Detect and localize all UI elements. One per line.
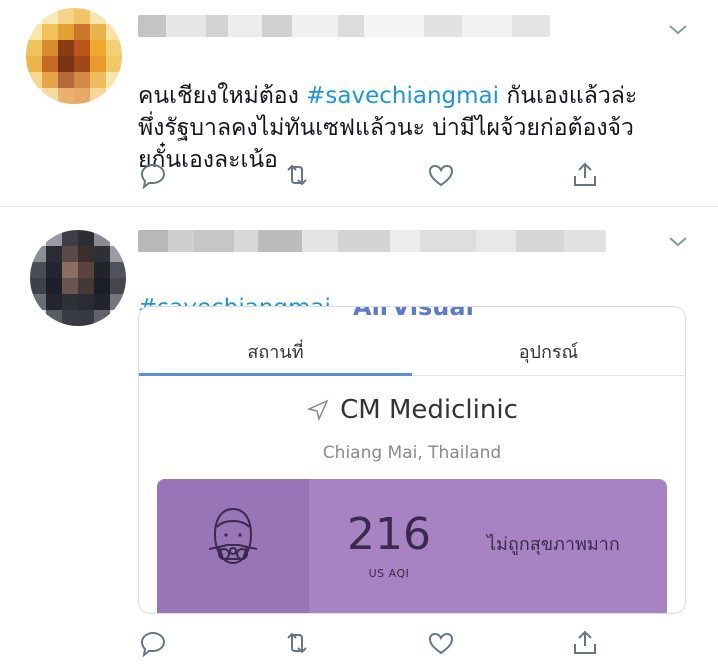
- retweet-icon[interactable]: [282, 160, 312, 190]
- tab-devices[interactable]: อุปกรณ์: [412, 333, 685, 375]
- app-brand-label: AirVisual: [353, 307, 474, 321]
- share-icon[interactable]: [570, 628, 600, 658]
- tweet-text-part: กันเองแล้วล่ะ: [499, 83, 638, 109]
- username-blurred[interactable]: [138, 15, 550, 37]
- tweet-divider: [0, 206, 718, 207]
- chevron-down-icon[interactable]: [666, 18, 690, 42]
- location-arrow-icon: [306, 399, 329, 422]
- tweet-actions: [138, 628, 608, 658]
- avatar[interactable]: [26, 8, 122, 104]
- tab-places[interactable]: สถานที่: [139, 333, 412, 375]
- aqi-panel: 216 US AQI ไม่ถูกสุขภาพมาก: [157, 479, 667, 613]
- tweet-text: คนเชียงใหม่ต้อง #savechiangmai กันเองแล้…: [138, 48, 698, 176]
- face-mask-icon: [208, 507, 258, 565]
- app-tabs: สถานที่ อุปกรณ์: [139, 333, 685, 376]
- location-subtitle: Chiang Mai, Thailand: [322, 443, 502, 463]
- tweet-2[interactable]: #savechiangmai AirVisual สถานที่ อุปกรณ์…: [0, 210, 718, 666]
- avatar[interactable]: [30, 230, 126, 326]
- chevron-down-icon[interactable]: [666, 230, 690, 254]
- active-tab-indicator: [139, 373, 412, 376]
- retweet-icon[interactable]: [282, 628, 312, 658]
- app-header-cut: AirVisual: [139, 307, 685, 323]
- username-blurred[interactable]: [138, 230, 606, 252]
- tweet-actions: [138, 160, 608, 190]
- reply-icon[interactable]: [138, 160, 168, 190]
- aqi-value: 216: [347, 509, 431, 560]
- location-name: CM Mediclinic: [340, 395, 518, 425]
- aqi-icon-area: [157, 479, 309, 613]
- like-icon[interactable]: [426, 160, 456, 190]
- tweet-text-part: คนเชียงใหม่ต้อง: [138, 83, 307, 109]
- aqi-status: ไม่ถูกสุขภาพมาก: [487, 534, 620, 555]
- aqi-unit: US AQI: [368, 567, 410, 580]
- like-icon[interactable]: [426, 628, 456, 658]
- tweet-1[interactable]: คนเชียงใหม่ต้อง #savechiangmai กันเองแล้…: [0, 0, 718, 206]
- location-title: CM Mediclinic: [139, 395, 685, 429]
- hashtag-link[interactable]: #savechiangmai: [306, 83, 499, 109]
- reply-icon[interactable]: [138, 628, 168, 658]
- media-card[interactable]: AirVisual สถานที่ อุปกรณ์ CM Mediclinic …: [138, 306, 686, 614]
- share-icon[interactable]: [570, 160, 600, 190]
